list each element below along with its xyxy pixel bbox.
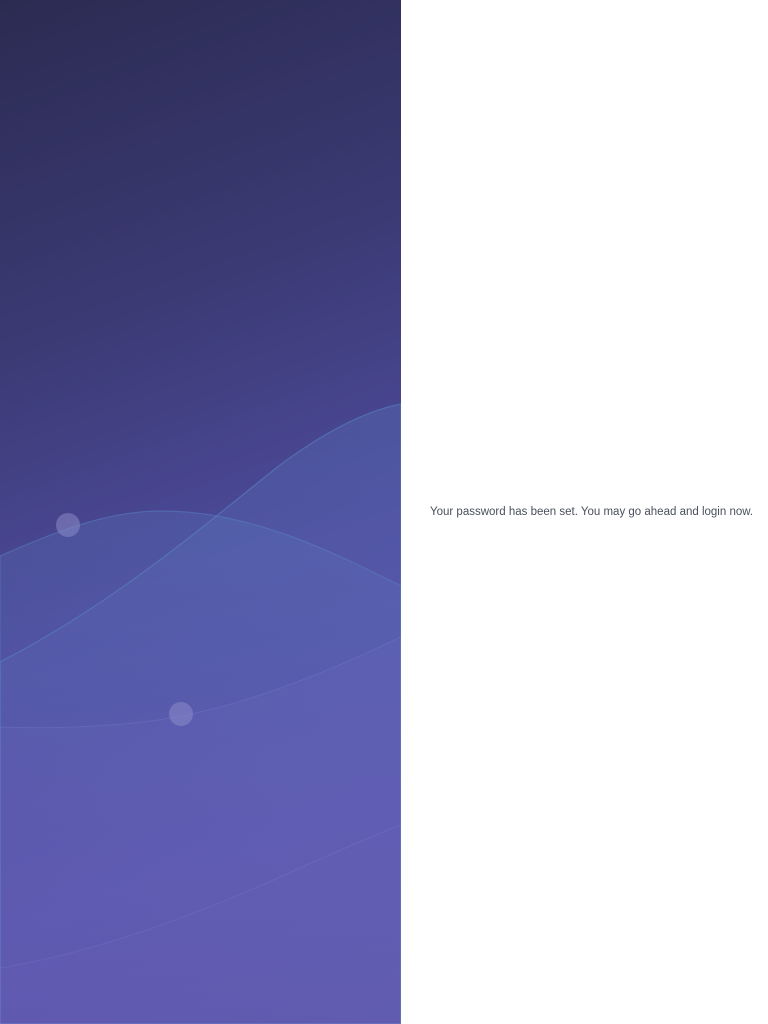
- decorative-hero-panel: [0, 0, 401, 1024]
- content-panel: Your password has been set. You may go a…: [401, 0, 768, 1024]
- page: Your password has been set. You may go a…: [0, 0, 768, 1024]
- password-set-message: Your password has been set. You may go a…: [430, 506, 754, 518]
- wave-illustration: [0, 403, 401, 1024]
- wave-dot: [169, 702, 193, 726]
- wave-dot: [56, 513, 80, 537]
